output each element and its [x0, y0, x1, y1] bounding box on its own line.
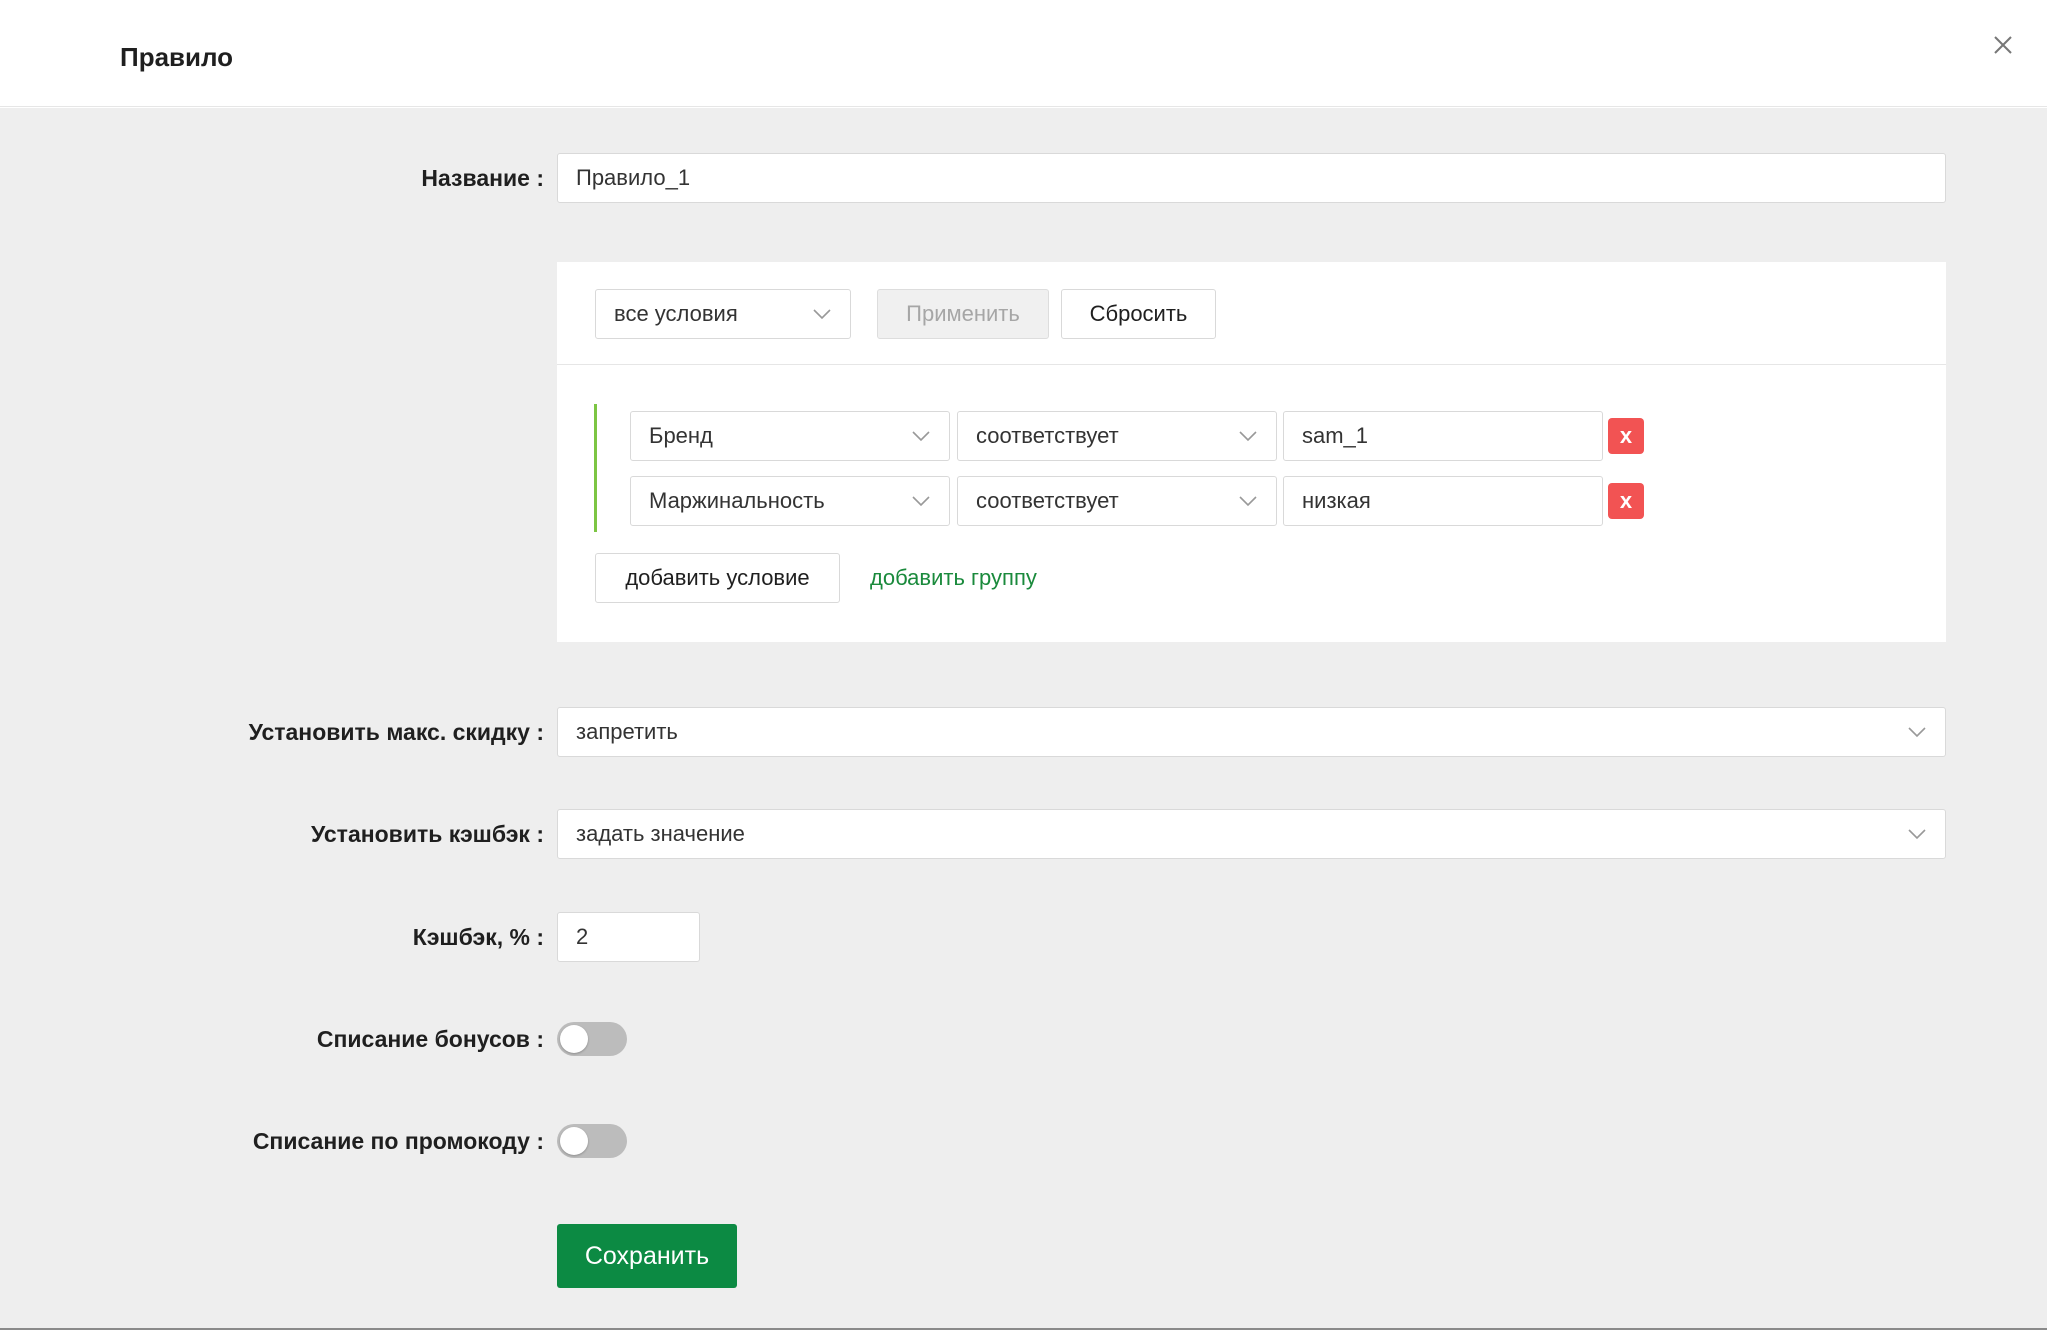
condition-operator-value: соответствует — [976, 488, 1119, 513]
name-label: Название : — [421, 165, 544, 191]
toggle-knob — [560, 1127, 588, 1155]
close-icon[interactable] — [1986, 28, 2020, 62]
max-discount-label: Установить макс. скидку : — [248, 719, 544, 745]
remove-condition-button[interactable]: x — [1608, 418, 1644, 454]
panel-divider — [557, 364, 1946, 365]
condition-group-bar — [594, 404, 597, 532]
modal-header: Правило — [0, 0, 2047, 107]
max-discount-value: запретить — [576, 719, 678, 744]
add-group-link[interactable]: добавить группу — [870, 565, 1037, 591]
apply-button[interactable]: Применить — [877, 289, 1049, 339]
chevron-down-icon — [1239, 496, 1257, 507]
chevron-down-icon — [1908, 727, 1926, 738]
chevron-down-icon — [1908, 829, 1926, 840]
chevron-down-icon — [912, 496, 930, 507]
reset-button[interactable]: Сбросить — [1061, 289, 1216, 339]
cashback-percent-label: Кэшбэк, % : — [412, 924, 544, 950]
condition-operator-select[interactable]: соответствует — [957, 476, 1277, 526]
cashback-mode-label: Установить кэшбэк : — [311, 821, 544, 847]
condition-field-value: Маржинальность — [649, 488, 825, 513]
name-input[interactable]: Правило_1 — [557, 153, 1946, 203]
chevron-down-icon — [1239, 431, 1257, 442]
remove-condition-button[interactable]: x — [1608, 483, 1644, 519]
save-button[interactable]: Сохранить — [557, 1224, 737, 1288]
promo-writeoff-label: Списание по промокоду : — [252, 1128, 544, 1154]
bonus-writeoff-label: Списание бонусов : — [316, 1026, 544, 1052]
cashback-mode-value: задать значение — [576, 821, 745, 846]
conditions-mode-value: все условия — [614, 301, 738, 326]
bonus-writeoff-toggle[interactable] — [557, 1022, 627, 1056]
conditions-mode-select[interactable]: все условия — [595, 289, 851, 339]
promo-writeoff-toggle[interactable] — [557, 1124, 627, 1158]
chevron-down-icon — [813, 309, 831, 320]
toggle-knob — [560, 1025, 588, 1053]
add-condition-button[interactable]: добавить условие — [595, 553, 840, 603]
chevron-down-icon — [912, 431, 930, 442]
max-discount-select[interactable]: запретить — [557, 707, 1946, 757]
condition-field-select[interactable]: Бренд — [630, 411, 950, 461]
cashback-mode-select[interactable]: задать значение — [557, 809, 1946, 859]
condition-operator-value: соответствует — [976, 423, 1119, 448]
condition-field-select[interactable]: Маржинальность — [630, 476, 950, 526]
close-button[interactable] — [1986, 28, 2020, 62]
condition-field-value: Бренд — [649, 423, 713, 448]
cashback-percent-input[interactable]: 2 — [557, 912, 700, 962]
condition-value-input[interactable]: низкая — [1283, 476, 1603, 526]
condition-operator-select[interactable]: соответствует — [957, 411, 1277, 461]
condition-value-input[interactable]: sam_1 — [1283, 411, 1603, 461]
modal-title: Правило — [120, 42, 234, 72]
